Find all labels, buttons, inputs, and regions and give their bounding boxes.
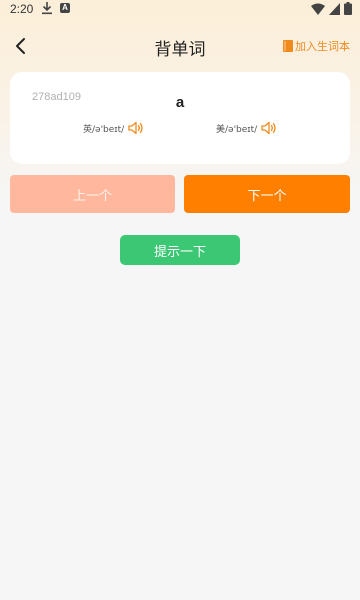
a-app-icon: A [60, 3, 70, 13]
battery-icon [344, 2, 352, 15]
navigation-bar: 背单词 加入生词本 [0, 28, 360, 64]
add-to-vocabulary-button[interactable]: 加入生词本 [283, 38, 350, 54]
hint-button[interactable]: 提示一下 [120, 235, 240, 265]
status-bar: 2:20 A [0, 0, 360, 20]
book-icon [283, 40, 293, 52]
speaker-icon[interactable] [128, 121, 144, 135]
speaker-icon[interactable] [261, 121, 277, 135]
pronunciation-uk-label: 英/ə'beɪt/ [83, 124, 125, 135]
cellular-icon [329, 2, 340, 15]
word-text: a [175, 94, 185, 111]
pronunciation-us-label: 美/ə'beɪt/ [216, 124, 258, 135]
status-time: 2:20 [10, 2, 34, 16]
hint-button-label: 提示一下 [153, 244, 206, 260]
download-icon [42, 2, 52, 15]
pronunciation-uk: 英/ə'beɪt/ [83, 121, 144, 135]
next-button[interactable]: 下一个 [184, 175, 350, 213]
status-right-icons [311, 2, 352, 15]
previous-button[interactable]: 上一个 [10, 175, 175, 213]
next-button-label: 下一个 [247, 188, 287, 204]
pronunciation-us: 美/ə'beɪt/ [216, 121, 277, 135]
word-card: 278ad109 a 英/ə'beɪt/ 美/ə'beɪt/ [10, 72, 350, 164]
wifi-icon [311, 3, 325, 15]
add-to-vocabulary-label: 加入生词本 [295, 40, 350, 53]
previous-button-label: 上一个 [72, 188, 112, 204]
